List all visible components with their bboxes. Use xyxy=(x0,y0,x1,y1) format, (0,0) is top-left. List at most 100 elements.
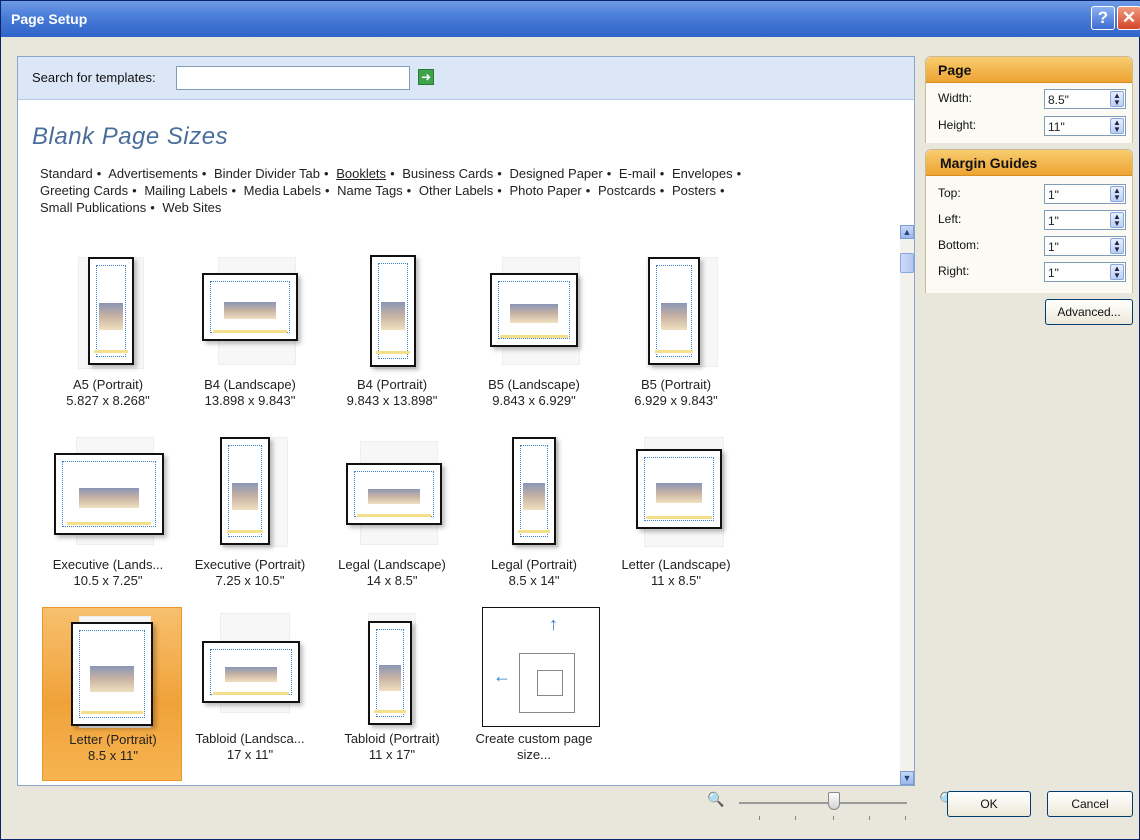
tile-size: 8.5 x 14" xyxy=(508,573,560,588)
category-link[interactable]: Mailing Labels xyxy=(144,183,227,198)
category-separator: • xyxy=(497,183,502,198)
page-size-tile[interactable]: B4 (Portrait) 9.843 x 13.898" xyxy=(322,253,462,427)
category-link[interactable]: Advertisements xyxy=(108,166,198,181)
zoom-slider-thumb[interactable] xyxy=(828,792,840,810)
scroll-up-icon[interactable]: ▲ xyxy=(900,225,914,239)
scroll-thumb[interactable] xyxy=(900,253,914,273)
spin-arrows-icon[interactable]: ▲ ▼ xyxy=(1110,212,1124,228)
spin-arrows-icon[interactable]: ▲ ▼ xyxy=(1110,118,1124,134)
page-size-tile[interactable]: Executive (Lands... 10.5 x 7.25" xyxy=(38,433,178,607)
spin-arrows-icon[interactable]: ▲ ▼ xyxy=(1110,264,1124,280)
category-separator: • xyxy=(324,166,329,181)
page-size-tile[interactable]: Tabloid (Landsca... 17 x 11" xyxy=(180,607,320,781)
category-link[interactable]: E-mail xyxy=(619,166,656,181)
category-link[interactable]: Greeting Cards xyxy=(40,183,128,198)
page-panel-title: Page xyxy=(926,57,1132,83)
page-size-tile[interactable]: Tabloid (Portrait) 11 x 17" xyxy=(322,607,462,781)
category-link[interactable]: Envelopes xyxy=(672,166,733,181)
page-thumbnail xyxy=(38,433,178,557)
search-input[interactable] xyxy=(176,66,410,90)
help-button[interactable]: ? xyxy=(1091,6,1115,30)
tile-size: 13.898 x 9.843" xyxy=(204,393,296,408)
tile-size: 11 x 8.5" xyxy=(651,573,701,588)
zoom-bar: 🔍 🔍 xyxy=(17,786,956,826)
title-bar: Page Setup ? ✕ xyxy=(1,1,1140,37)
tile-name: Tabloid (Portrait) xyxy=(344,731,440,746)
category-link[interactable]: Postcards xyxy=(598,183,656,198)
tile-name: B4 (Landscape) xyxy=(204,377,296,392)
tile-label: B4 (Portrait) 9.843 x 13.898" xyxy=(322,377,462,409)
right-margin-label: Right: xyxy=(938,264,970,278)
page-size-tile[interactable]: Letter (Portrait) 8.5 x 11" xyxy=(42,607,182,781)
sample-strip xyxy=(374,710,406,713)
spin-arrows-icon[interactable]: ▲ ▼ xyxy=(1110,91,1124,107)
page-size-tile[interactable]: Legal (Landscape) 14 x 8.5" xyxy=(322,433,462,607)
page-size-tile[interactable]: Letter (Landscape) 11 x 8.5" xyxy=(606,433,746,607)
category-separator: • xyxy=(497,166,502,181)
right-margin-spinner[interactable]: 1" ▲ ▼ xyxy=(1044,262,1126,282)
page-outline xyxy=(88,257,134,365)
category-link[interactable]: Booklets xyxy=(336,166,386,181)
sample-photo xyxy=(510,304,558,323)
spin-arrows-icon[interactable]: ▲ ▼ xyxy=(1110,186,1124,202)
category-link[interactable]: Designed Paper xyxy=(509,166,602,181)
gallery-scrollbar[interactable]: ▲ ▼ xyxy=(900,225,914,785)
tile-name: B5 (Landscape) xyxy=(488,377,580,392)
page-thumbnail xyxy=(464,433,604,557)
top-margin-spinner[interactable]: 1" ▲ ▼ xyxy=(1044,184,1126,204)
close-button[interactable]: ✕ xyxy=(1117,6,1140,30)
custom-inner-page xyxy=(537,670,563,696)
window-title: Page Setup xyxy=(11,11,88,27)
sample-strip xyxy=(500,335,568,338)
width-spinner[interactable]: 8.5" ▲ ▼ xyxy=(1044,89,1126,109)
sample-photo xyxy=(378,665,402,691)
category-link[interactable]: Posters xyxy=(672,183,716,198)
category-link[interactable]: Binder Divider Tab xyxy=(214,166,320,181)
left-margin-spinner[interactable]: 1" ▲ ▼ xyxy=(1044,210,1126,230)
scroll-down-icon[interactable]: ▼ xyxy=(900,771,914,785)
category-link[interactable]: Small Publications xyxy=(40,200,146,215)
sample-strip xyxy=(213,692,289,696)
arrow-left-icon: ← xyxy=(493,666,511,686)
slider-tick xyxy=(795,816,796,820)
page-size-tile[interactable]: A5 (Portrait) 5.827 x 8.268" xyxy=(38,253,178,427)
category-link[interactable]: Web Sites xyxy=(162,200,221,215)
page-size-tile[interactable]: B5 (Landscape) 9.843 x 6.929" xyxy=(464,253,604,427)
spin-arrows-icon[interactable]: ▲ ▼ xyxy=(1110,238,1124,254)
category-separator: • xyxy=(390,166,395,181)
page-size-tile[interactable]: Legal (Portrait) 8.5 x 14" xyxy=(464,433,604,607)
tile-label: B5 (Portrait) 6.929 x 9.843" xyxy=(606,377,746,409)
tile-size: 10.5 x 7.25" xyxy=(73,573,143,588)
zoom-slider[interactable] xyxy=(739,802,907,804)
page-size-tile[interactable]: B5 (Portrait) 6.929 x 9.843" xyxy=(606,253,746,427)
advanced-button[interactable]: Advanced... xyxy=(1045,299,1133,325)
zoom-out-icon[interactable]: 🔍 xyxy=(707,791,724,808)
category-link[interactable]: Photo Paper xyxy=(509,183,581,198)
category-link[interactable]: Name Tags xyxy=(337,183,403,198)
cancel-button[interactable]: Cancel xyxy=(1047,791,1133,817)
slider-tick xyxy=(759,816,760,820)
sample-photo xyxy=(660,302,688,330)
top-margin-label: Top: xyxy=(938,186,961,200)
search-bar: Search for templates: ➜ xyxy=(18,57,914,100)
bottom-margin-label: Bottom: xyxy=(938,238,980,252)
page-size-tile[interactable]: ↑ ← Create custom page size... xyxy=(464,607,604,781)
sample-strip xyxy=(226,529,264,533)
category-separator: • xyxy=(720,183,725,198)
ok-button[interactable]: OK xyxy=(947,791,1031,817)
bottom-margin-spinner[interactable]: 1" ▲ ▼ xyxy=(1044,236,1126,256)
tile-label: Legal (Portrait) 8.5 x 14" xyxy=(464,557,604,589)
category-link[interactable]: Standard xyxy=(40,166,93,181)
category-link[interactable]: Other Labels xyxy=(419,183,493,198)
category-link[interactable]: Business Cards xyxy=(402,166,493,181)
search-go-button[interactable]: ➜ xyxy=(418,69,434,85)
template-gallery: Search for templates: ➜ Blank Page Sizes… xyxy=(17,56,915,786)
category-link[interactable]: Media Labels xyxy=(244,183,321,198)
height-spinner[interactable]: 11" ▲ ▼ xyxy=(1044,116,1126,136)
tile-name: Legal (Landscape) xyxy=(338,557,446,572)
tile-label: Tabloid (Landsca... 17 x 11" xyxy=(180,731,320,763)
sample-photo xyxy=(99,302,123,330)
page-size-tile[interactable]: B4 (Landscape) 13.898 x 9.843" xyxy=(180,253,320,427)
width-label: Width: xyxy=(938,91,973,105)
page-size-tile[interactable]: Executive (Portrait) 7.25 x 10.5" xyxy=(180,433,320,607)
